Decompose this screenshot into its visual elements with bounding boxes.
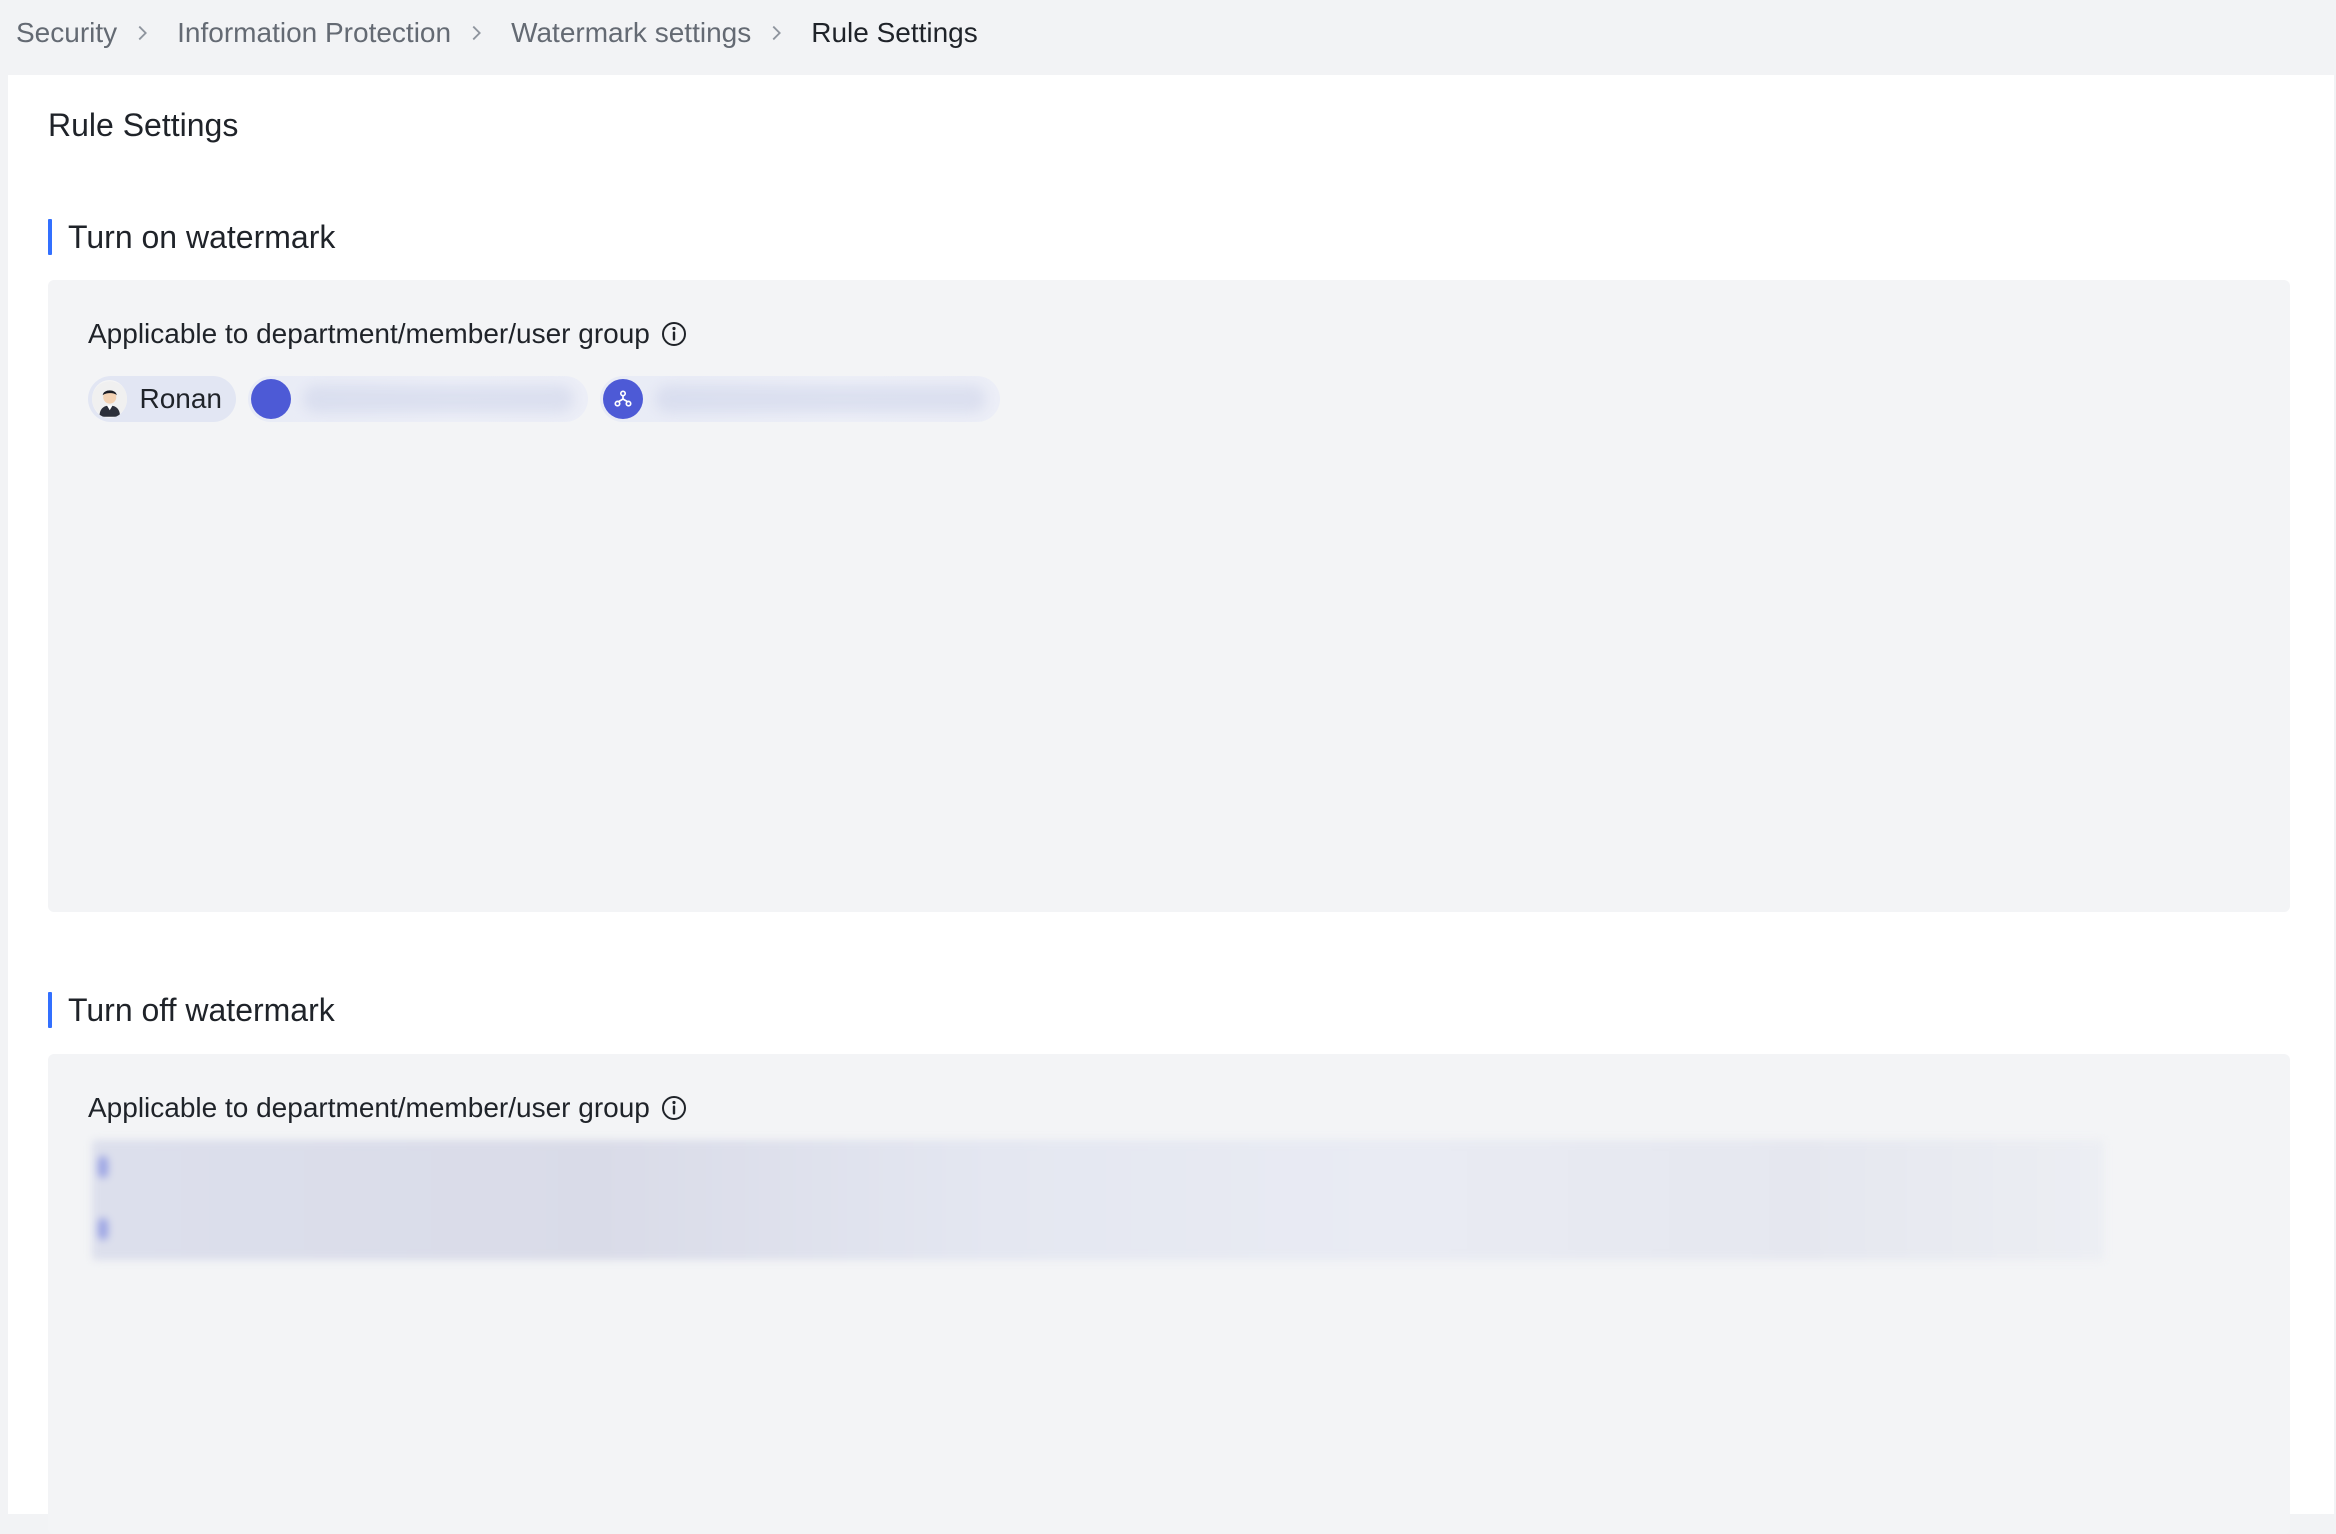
info-circle-icon[interactable]	[660, 1094, 688, 1122]
breadcrumb: Security Information Protection Watermar…	[16, 0, 978, 66]
field-label-text: Applicable to department/member/user gro…	[88, 318, 650, 349]
turn-off-card: Applicable to department/member/user gro…	[48, 1054, 2290, 1534]
breadcrumb-information-protection[interactable]: Information Protection	[177, 17, 451, 49]
breadcrumb-rule-settings: Rule Settings	[811, 17, 978, 48]
main-panel: Rule Settings Turn on watermark Applicab…	[8, 75, 2334, 1534]
page-title: Rule Settings	[48, 107, 239, 143]
section-title-turn-on: Turn on watermark	[48, 219, 335, 255]
redacted-tag[interactable]	[248, 376, 588, 422]
org-chart-icon	[603, 379, 643, 419]
redacted-tag-list	[92, 1140, 2104, 1260]
section-title-turn-off: Turn off watermark	[48, 992, 335, 1028]
department-tag[interactable]	[600, 376, 1000, 422]
tag-label: Ronan	[139, 383, 222, 414]
member-tag-ronan[interactable]: Ronan	[88, 376, 236, 422]
chevron-right-icon	[765, 22, 787, 44]
breadcrumb-security[interactable]: Security	[16, 17, 117, 49]
redacted-tag	[98, 1218, 108, 1240]
avatar	[92, 380, 128, 418]
redacted-label	[655, 385, 986, 413]
turn-on-field-label: Applicable to department/member/user gro…	[88, 318, 688, 350]
chevron-right-icon	[465, 22, 487, 44]
chevron-right-icon	[131, 22, 153, 44]
breadcrumb-watermark-settings[interactable]: Watermark settings	[511, 17, 751, 49]
field-label-text: Applicable to department/member/user gro…	[88, 1092, 650, 1123]
turn-on-card: Applicable to department/member/user gro…	[48, 280, 2290, 912]
redacted-tag	[98, 1156, 108, 1178]
info-circle-icon[interactable]	[660, 320, 688, 348]
redacted-avatar	[251, 379, 291, 419]
redacted-label	[303, 385, 574, 413]
turn-off-field-label: Applicable to department/member/user gro…	[88, 1092, 688, 1124]
